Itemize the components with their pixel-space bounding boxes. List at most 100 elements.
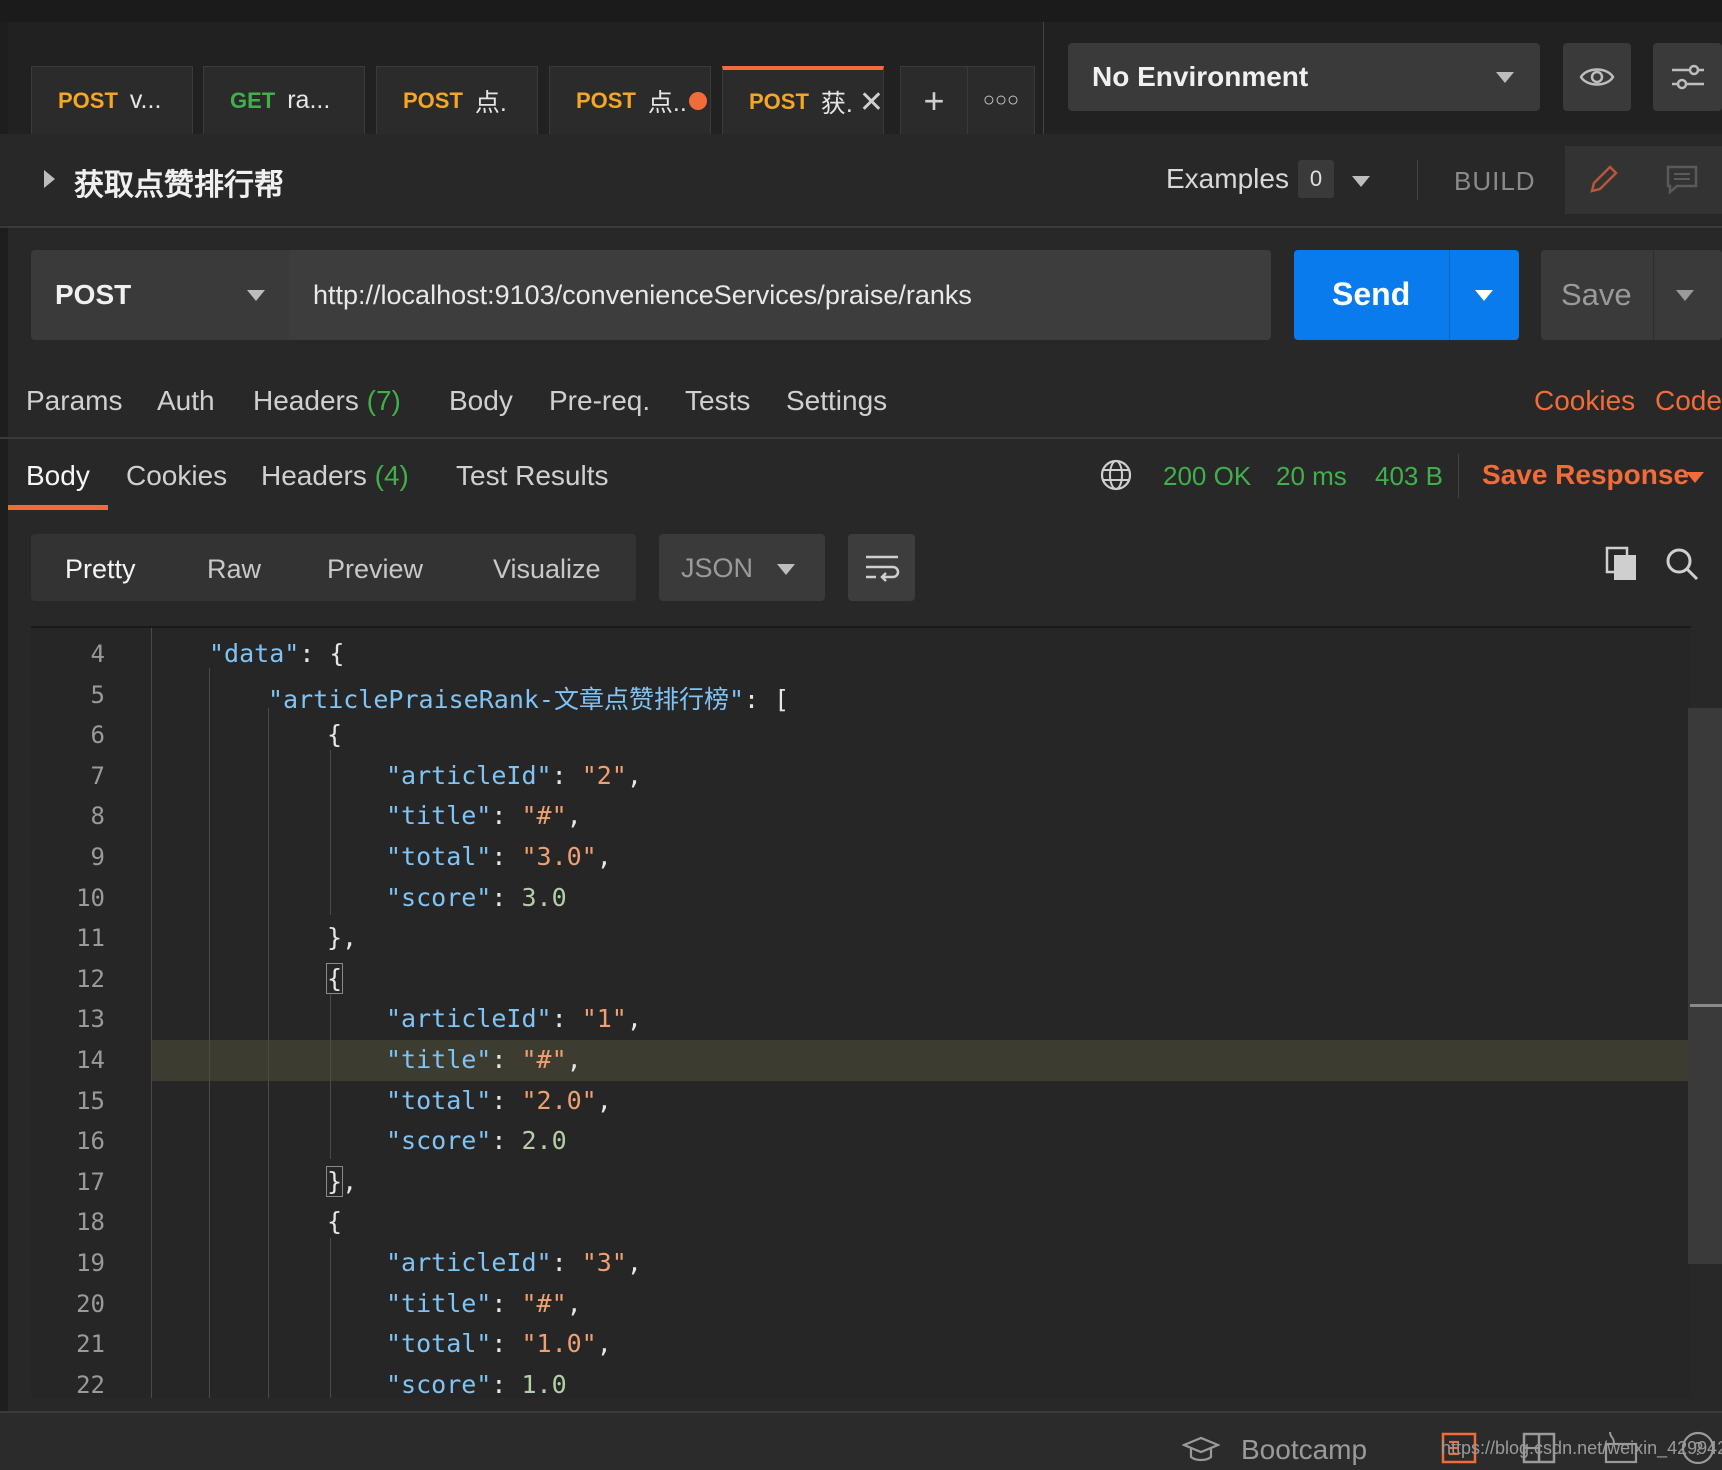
tab-method: GET — [230, 87, 276, 113]
environment-select[interactable]: No Environment — [1068, 43, 1540, 111]
chevron-down-icon — [1496, 72, 1514, 83]
request-tab[interactable]: GET ra... — [203, 66, 365, 134]
json-key: "data" — [209, 639, 300, 668]
chevron-right-icon[interactable] — [44, 170, 55, 188]
response-time[interactable]: 20 ms — [1276, 461, 1347, 492]
copy-icon[interactable] — [1605, 546, 1639, 582]
code-link[interactable]: Code — [1655, 385, 1722, 417]
code-line: 15 "total": "2.0", — [31, 1081, 1691, 1122]
line-number: 9 — [90, 843, 105, 871]
format-preview[interactable]: Preview — [327, 554, 423, 585]
comment-icon — [1666, 165, 1697, 195]
response-tab-cookies[interactable]: Cookies — [126, 460, 227, 492]
send-label: Send — [1332, 276, 1411, 312]
line-number: 15 — [76, 1086, 105, 1115]
response-tab-headers[interactable]: Headers (4) — [261, 460, 409, 492]
editor-scrollbar[interactable] — [1688, 708, 1722, 1264]
tab-params[interactable]: Params — [26, 385, 122, 417]
json-key: "score" — [386, 882, 492, 912]
new-tab-button[interactable]: + — [900, 66, 968, 134]
send-button[interactable]: Send — [1294, 250, 1519, 340]
format-raw[interactable]: Raw — [207, 554, 261, 585]
wrap-lines-button[interactable] — [848, 534, 915, 601]
json-value: 3.0 — [521, 882, 567, 912]
save-response-button[interactable]: Save Response — [1482, 459, 1689, 491]
eye-icon — [1579, 68, 1615, 86]
chevron-down-icon[interactable] — [1352, 176, 1370, 187]
code-line: 11 }, — [31, 918, 1691, 959]
format-visualize[interactable]: Visualize — [493, 554, 601, 585]
request-tab-active[interactable]: POST 获. ✕ — [722, 66, 884, 134]
chevron-down-icon[interactable] — [1475, 290, 1493, 301]
examples-count-badge: 0 — [1298, 160, 1334, 198]
line-number: 13 — [76, 1005, 105, 1034]
json-key: "total" — [386, 842, 492, 871]
wrap-icon — [865, 555, 899, 582]
indent-guide — [330, 1238, 331, 1398]
left-edge — [0, 22, 8, 1412]
manage-environments-button[interactable] — [1653, 43, 1722, 111]
bootcamp-link[interactable]: Bootcamp — [1241, 1434, 1367, 1466]
divider — [0, 437, 1722, 439]
divider — [1043, 22, 1044, 134]
json-key: "articleId" — [386, 760, 552, 790]
build-label[interactable]: BUILD — [1454, 166, 1536, 197]
format-pretty[interactable]: Pretty — [65, 554, 136, 585]
line-number: 6 — [90, 721, 105, 750]
chevron-down-icon — [247, 290, 265, 301]
tab-label: v... — [129, 86, 162, 114]
pencil-icon — [1590, 165, 1618, 193]
tab-settings[interactable]: Settings — [786, 385, 887, 417]
divider — [1449, 250, 1450, 340]
tab-prerequest[interactable]: Pre-req. — [549, 385, 650, 417]
cookies-link[interactable]: Cookies — [1534, 385, 1635, 417]
json-value: "3" — [581, 1248, 627, 1277]
tab-tests[interactable]: Tests — [685, 385, 750, 417]
tab-options-button[interactable]: ○○○ — [967, 66, 1035, 134]
tab-auth[interactable]: Auth — [157, 385, 215, 417]
url-input[interactable]: http://localhost:9103/convenienceService… — [289, 250, 1271, 340]
request-tab[interactable]: POST v... — [31, 66, 193, 134]
tab-method: POST — [576, 87, 636, 113]
request-tab[interactable]: POST 点. — [376, 66, 538, 134]
status-code[interactable]: 200 OK — [1163, 461, 1251, 492]
environment-label: No Environment — [1092, 61, 1309, 92]
code-line: 16 "score": 2.0 — [31, 1121, 1691, 1162]
search-icon[interactable] — [1664, 546, 1700, 582]
comments-button[interactable] — [1641, 146, 1722, 214]
line-number: 14 — [76, 1046, 105, 1074]
environment-quick-look-button[interactable] — [1563, 43, 1631, 111]
tab-body[interactable]: Body — [449, 385, 513, 417]
scrollbar-thumb[interactable] — [1690, 1004, 1722, 1007]
json-key: "title" — [386, 1045, 492, 1074]
examples-label[interactable]: Examples — [1166, 163, 1289, 195]
json-key: "title" — [386, 801, 492, 831]
json-value: "1" — [581, 1004, 627, 1034]
request-title[interactable]: 获取点赞排行帮 — [74, 160, 284, 204]
request-tab[interactable]: POST 点.. — [549, 66, 711, 134]
globe-icon[interactable] — [1099, 458, 1133, 492]
headers-count: (4) — [374, 460, 409, 491]
method-select[interactable]: POST — [31, 250, 289, 340]
json-key: "score" — [386, 1126, 492, 1156]
json-key: "articlePraiseRank-文章点赞排行榜" — [268, 684, 745, 714]
json-key: "articleId" — [386, 1248, 552, 1277]
language-select[interactable]: JSON — [659, 534, 825, 601]
method-label: POST — [55, 279, 132, 310]
chevron-down-icon[interactable] — [1676, 290, 1694, 301]
response-body-editor[interactable]: 4 "data": { 5 "articlePraiseRank-文章点赞排行榜… — [31, 626, 1691, 1398]
save-button[interactable]: Save — [1541, 250, 1722, 340]
json-key: "title" — [386, 1288, 492, 1318]
chevron-down-icon[interactable] — [1686, 472, 1704, 483]
sliders-icon — [1671, 64, 1704, 90]
tab-label: Headers — [253, 385, 359, 416]
response-tab-body[interactable]: Body — [26, 460, 90, 492]
close-icon[interactable]: ✕ — [859, 85, 884, 120]
tab-headers[interactable]: Headers (7) — [253, 385, 401, 417]
edit-button[interactable] — [1565, 146, 1641, 214]
line-number: 17 — [76, 1167, 105, 1196]
code-line: 7 "articleId": "2", — [31, 756, 1691, 797]
graduation-cap-icon[interactable] — [1182, 1436, 1220, 1464]
response-tab-test-results[interactable]: Test Results — [456, 460, 609, 492]
response-size[interactable]: 403 B — [1375, 461, 1443, 492]
